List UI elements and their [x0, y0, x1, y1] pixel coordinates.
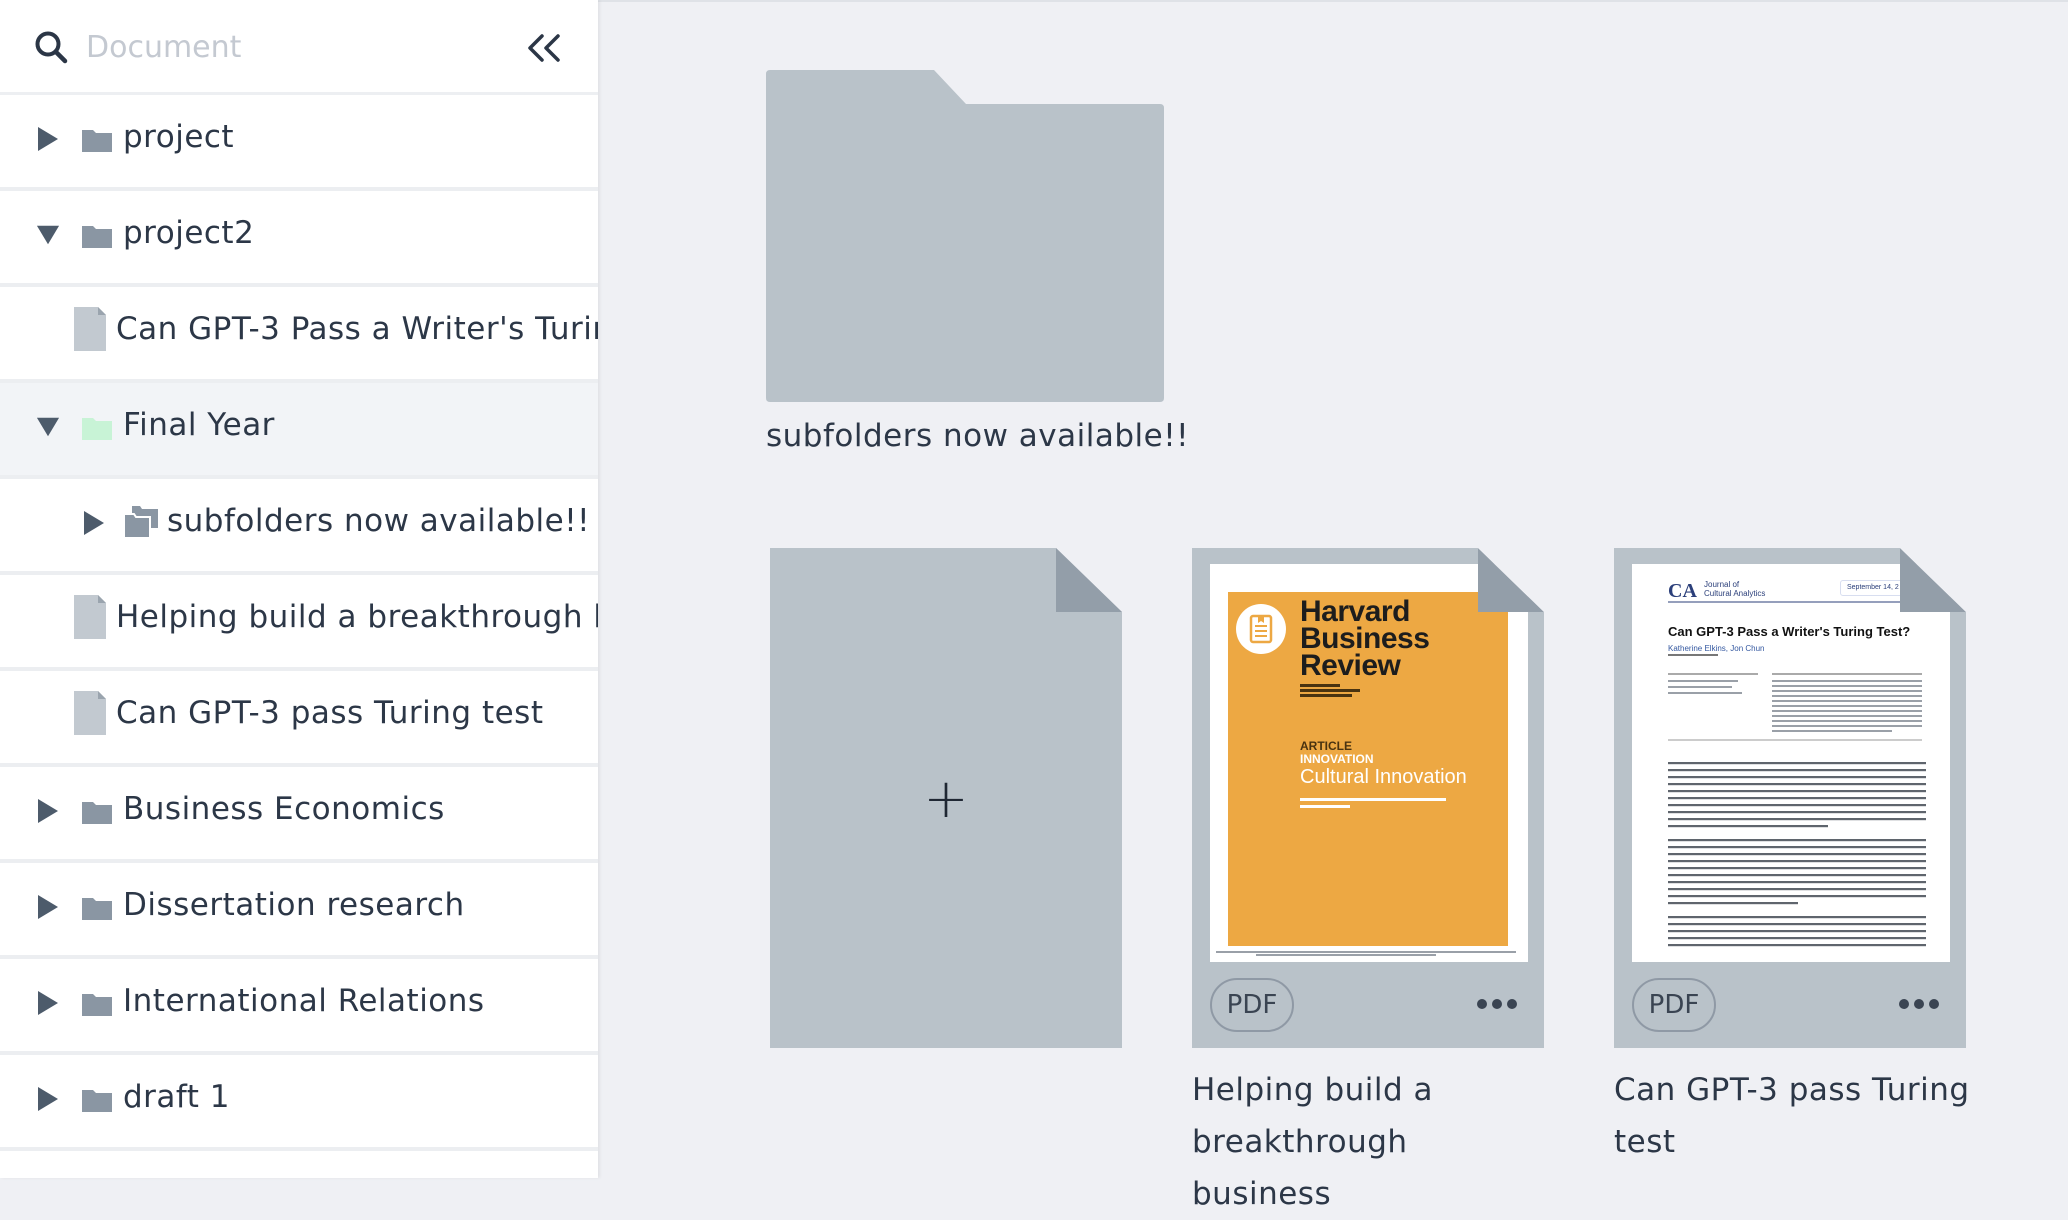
- hbr-byline: [1300, 798, 1446, 808]
- sidebar-item-document[interactable]: Can GPT-3 Pass a Writer's Turing Test?: [0, 287, 598, 383]
- hbr-article-label: ARTICLE INNOVATION: [1300, 739, 1374, 766]
- journal-name: Journal of Cultural Analytics: [1704, 580, 1766, 598]
- journal-logo: CA: [1668, 580, 1697, 602]
- subfolder-tile[interactable]: [766, 70, 1164, 402]
- page-fold: [1478, 548, 1544, 612]
- sidebar-item-document[interactable]: Can GPT-3 pass Turing test: [0, 671, 598, 767]
- caret-right-icon[interactable]: [82, 510, 106, 536]
- sidebar-item-project2[interactable]: project2: [0, 191, 598, 287]
- document-thumbnail: CA Journal of Cultural Analytics Septemb…: [1632, 564, 1950, 962]
- document-card-title: Can GPT-3 pass Turing test: [1614, 1072, 1970, 1160]
- folder-icon: [82, 226, 112, 248]
- search-icon[interactable]: [34, 30, 68, 64]
- folder-icon: [82, 130, 112, 152]
- paper-title: Can GPT-3 Pass a Writer's Turing Test?: [1668, 624, 1911, 639]
- folder-icon: [82, 802, 112, 824]
- new-document-button[interactable]: +: [770, 548, 1122, 1048]
- paper-authors: Katherine Elkins, Jon Chun: [1668, 644, 1765, 653]
- folder-tree: project project2 Can GPT-3 Pass a Writer…: [0, 95, 598, 1178]
- sidebar-item-label: Can GPT-3 pass Turing test: [116, 695, 544, 731]
- subfolder-icon: [124, 506, 158, 538]
- folder-icon: [82, 898, 112, 920]
- more-options-icon[interactable]: [1898, 996, 1940, 1012]
- pdf-badge[interactable]: PDF: [1210, 978, 1294, 1032]
- sidebar-item-partial[interactable]: [0, 1151, 598, 1178]
- folder-icon: [82, 1090, 112, 1112]
- sidebar-item-label: Dissertation research: [123, 887, 465, 923]
- sidebar-item-label: draft 1: [123, 1079, 231, 1115]
- caret-right-icon[interactable]: [36, 1086, 60, 1112]
- subfolder-tile-label: subfolders now available!!: [766, 418, 1190, 454]
- plus-icon: +: [923, 766, 969, 830]
- page-footer-text: [1216, 951, 1516, 956]
- document-icon: [74, 595, 106, 639]
- sidebar-item-label: subfolders now available!!: [167, 503, 591, 539]
- caret-right-icon[interactable]: [36, 990, 60, 1016]
- sidebar-item-dissertation-research[interactable]: Dissertation research: [0, 863, 598, 959]
- sidebar-item-label: project: [123, 119, 235, 155]
- document-thumbnail: Harvard Business Review ARTICLE INNOVATI…: [1210, 564, 1528, 962]
- document-grid: subfolders now available!! + Harvard Bus…: [600, 0, 2068, 1212]
- document-icon: [74, 691, 106, 735]
- sidebar-item-business-economics[interactable]: Business Economics: [0, 767, 598, 863]
- hbr-cover: Harvard Business Review ARTICLE INNOVATI…: [1228, 592, 1508, 946]
- sidebar-item-label: Final Year: [123, 407, 275, 443]
- caret-down-icon[interactable]: [36, 414, 60, 440]
- document-sidebar: project project2 Can GPT-3 Pass a Writer…: [0, 0, 598, 1178]
- hbr-masthead: Harvard Business Review: [1300, 595, 1430, 682]
- more-options-icon[interactable]: [1476, 996, 1518, 1012]
- sidebar-item-final-year[interactable]: Final Year: [0, 383, 598, 479]
- sidebar-item-label: Business Economics: [123, 791, 445, 827]
- folder-icon: [82, 994, 112, 1016]
- sidebar-item-label: Can GPT-3 Pass a Writer's Turing Test?: [116, 311, 598, 347]
- document-icon: [74, 307, 106, 351]
- page-fold: [1900, 548, 1966, 612]
- sidebar-item-document[interactable]: Helping build a breakthrough business: [0, 575, 598, 671]
- hbr-logo-icon: [1236, 604, 1286, 654]
- folder-icon: [82, 418, 112, 440]
- hbr-article-title: Cultural Innovation: [1300, 766, 1467, 788]
- pdf-badge[interactable]: PDF: [1632, 978, 1716, 1032]
- sidebar-item-international-relations[interactable]: International Relations: [0, 959, 598, 1055]
- caret-right-icon[interactable]: [36, 894, 60, 920]
- sidebar-item-label: International Relations: [123, 983, 485, 1019]
- caret-right-icon[interactable]: [36, 798, 60, 824]
- caret-right-icon[interactable]: [36, 126, 60, 152]
- document-card[interactable]: Harvard Business Review ARTICLE INNOVATI…: [1192, 548, 1544, 1048]
- document-card-title: Helping build a breakthrough business: [1192, 1072, 1434, 1212]
- sidebar-item-label: project2: [123, 215, 255, 251]
- search-bar: [0, 0, 598, 95]
- sidebar-item-project[interactable]: project: [0, 95, 598, 191]
- sidebar-item-label: Helping build a breakthrough business: [116, 599, 598, 635]
- collapse-sidebar-button[interactable]: [522, 28, 566, 68]
- sidebar-item-draft-1[interactable]: draft 1: [0, 1055, 598, 1151]
- search-input[interactable]: [84, 22, 488, 72]
- caret-down-icon[interactable]: [36, 222, 60, 248]
- document-card[interactable]: CA Journal of Cultural Analytics Septemb…: [1614, 548, 1966, 1048]
- sidebar-item-subfolders[interactable]: subfolders now available!!: [0, 479, 598, 575]
- hbr-issue-lines: [1300, 684, 1360, 697]
